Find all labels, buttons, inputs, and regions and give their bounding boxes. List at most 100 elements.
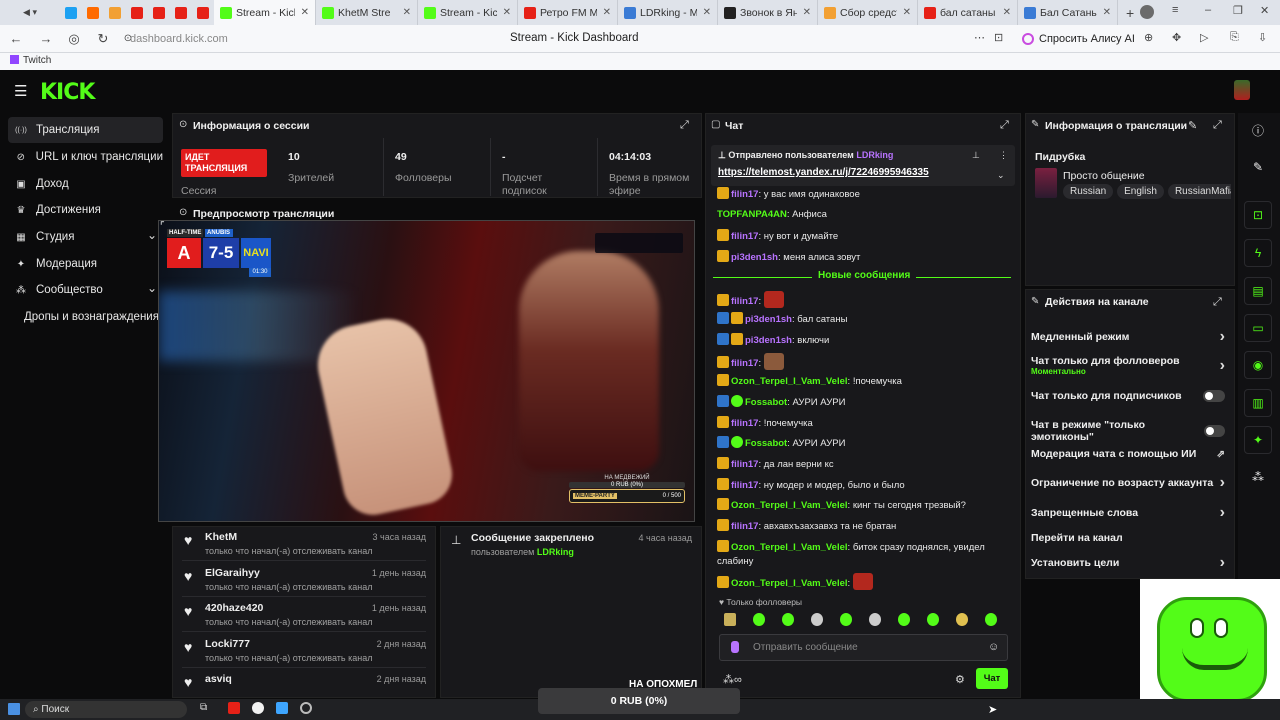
menu-icon[interactable]: ≡ <box>1172 4 1178 16</box>
user-avatar[interactable] <box>1234 80 1250 100</box>
emote-icon[interactable] <box>811 613 823 626</box>
drag-handle-icon[interactable]: ⌜ <box>160 221 165 232</box>
chat-username[interactable]: filin17 <box>731 521 758 532</box>
camera-icon[interactable]: ⊡ <box>1244 201 1272 229</box>
sidebar-item[interactable]: ⁂ Сообщество ⌄ <box>8 277 163 303</box>
chat-username[interactable]: TOPFANPA4AN <box>717 209 787 220</box>
stream-tag[interactable]: English <box>1117 184 1164 199</box>
chat-message[interactable]: filin17: да лан верни кс <box>717 457 1013 472</box>
pinned-tab-icon[interactable] <box>131 6 143 19</box>
channel-action-item[interactable]: Ограничение по возрасту аккаунта › <box>1031 475 1225 491</box>
broadcast-icon[interactable]: ◉ <box>1244 351 1272 379</box>
chat-username[interactable]: filin17 <box>731 480 758 491</box>
chat-username[interactable]: filin17 <box>731 296 758 307</box>
reload-icon[interactable]: ↻ <box>95 31 111 47</box>
sidebar-item[interactable]: ⊘ URL и ключ трансляции <box>8 144 163 170</box>
chat-message[interactable]: pi3den1sh: меня алиса зовут <box>717 250 1013 265</box>
browser-tab[interactable]: Бал Сатаны (OST ✕ <box>1018 0 1118 25</box>
taskbar-search[interactable]: ⌕ Поиск <box>25 701 187 718</box>
windows-start-icon[interactable] <box>8 703 20 715</box>
close-tab-icon[interactable]: ✕ <box>403 7 411 18</box>
chat-username[interactable]: filin17 <box>731 231 758 242</box>
more-options-icon[interactable]: ⋮ <box>999 150 1008 161</box>
chat-username[interactable]: Fossabot <box>745 438 787 449</box>
bolt-icon[interactable]: ϟ <box>1244 239 1272 267</box>
collapse-chevron-icon[interactable]: ⌄ <box>997 170 1005 181</box>
chat-bubble-icon[interactable]: ▭ <box>1244 314 1272 342</box>
chat-message[interactable]: TOPFANPA4AN: Анфиса <box>717 208 1013 222</box>
close-tab-icon[interactable]: ✕ <box>1003 7 1011 18</box>
channel-action-item[interactable]: Перейти на канал <box>1031 532 1225 544</box>
chat-username[interactable]: Ozon_Terpel_I_Vam_Velel <box>731 376 848 387</box>
chat-message[interactable]: Fossabot: АУРИ АУРИ <box>717 395 1013 410</box>
sidebar-item[interactable]: Дропы и вознаграждения <box>8 304 163 330</box>
emoji-picker-icon[interactable]: ☺ <box>988 641 999 653</box>
browser-taskbar-icon[interactable] <box>252 702 264 714</box>
unpin-icon[interactable]: ⊥ <box>972 150 980 161</box>
emote-icon[interactable] <box>898 613 910 626</box>
chat-username[interactable]: pi3den1sh <box>745 314 792 325</box>
sidebar-item[interactable]: ♛ Достижения <box>8 197 163 223</box>
browser-tab[interactable]: KhetM Stre ✕ <box>316 0 418 25</box>
toggle-switch[interactable] <box>1203 390 1225 402</box>
yandex-taskbar-icon[interactable] <box>228 702 240 714</box>
close-window-icon[interactable]: ✕ <box>1260 4 1269 17</box>
emote-icon[interactable] <box>782 613 794 626</box>
chat-username[interactable]: filin17 <box>731 189 758 200</box>
follower-name[interactable]: Locki777 <box>205 638 250 650</box>
obs-taskbar-icon[interactable] <box>300 702 312 714</box>
chat-username[interactable]: Fossabot <box>745 397 787 408</box>
chat-username[interactable]: Ozon_Terpel_I_Vam_Velel <box>731 500 848 511</box>
browser-tab[interactable]: Звонок в Яндекс ✕ <box>718 0 818 25</box>
emote-icon[interactable] <box>927 613 939 626</box>
close-tab-icon[interactable]: ✕ <box>803 7 811 18</box>
browser-tab[interactable]: Сбор средств - В ✕ <box>818 0 918 25</box>
follower-name[interactable]: asviq <box>205 673 232 685</box>
emote-icon[interactable] <box>985 613 997 626</box>
follower-name[interactable]: 420haze420 <box>205 602 263 614</box>
close-tab-icon[interactable]: ✕ <box>503 7 511 18</box>
bookmark-icon[interactable]: ⊡ <box>994 31 1003 44</box>
downloads-icon[interactable]: ⇩ <box>1258 31 1267 44</box>
close-tab-icon[interactable]: ✕ <box>301 7 309 18</box>
browser-tab[interactable]: LDRking - Media ✕ <box>618 0 718 25</box>
pinned-tab-icon[interactable] <box>109 6 121 19</box>
emote-icon[interactable] <box>840 613 852 626</box>
channel-action-item[interactable]: Медленный режим › <box>1031 329 1225 345</box>
collections-icon[interactable]: ⎘ <box>1230 31 1239 44</box>
chat-expand-icon[interactable]: ⤢ <box>1000 119 1009 132</box>
hamburger-menu-icon[interactable]: ☰ <box>14 82 27 100</box>
telegram-taskbar-icon[interactable] <box>276 702 288 714</box>
sidebar-item[interactable]: ✦ Модерация <box>8 251 163 277</box>
chat-message[interactable]: Ozon_Terpel_I_Vam_Velel: <box>717 573 1013 591</box>
alice-button[interactable]: Спросить Алису AI <box>1016 29 1141 49</box>
server-icon[interactable]: ▥ <box>1244 389 1272 417</box>
chat-message[interactable]: filin17: <box>717 353 1013 371</box>
media-icon[interactable]: ▷ <box>1200 31 1208 44</box>
emote-icon[interactable] <box>753 613 765 626</box>
emote-icon[interactable] <box>724 613 736 626</box>
pinned-chat-user[interactable]: LDRking <box>856 150 893 160</box>
channel-action-item[interactable]: Установить цели › <box>1031 555 1225 571</box>
browser-tab[interactable]: бал сатаны музы ✕ <box>918 0 1018 25</box>
channel-action-item[interactable]: Чат только для подписчиков <box>1031 390 1225 402</box>
chat-username[interactable]: Ozon_Terpel_I_Vam_Velel <box>731 542 848 553</box>
chat-message[interactable]: filin17: <box>717 291 1013 309</box>
chat-username[interactable]: filin17 <box>731 418 758 429</box>
chat-username[interactable]: filin17 <box>731 459 758 470</box>
actions-expand-icon[interactable]: ⤢ <box>1213 296 1222 309</box>
chat-message[interactable]: pi3den1sh: бал сатаны <box>717 312 1013 327</box>
chat-username[interactable]: filin17 <box>731 358 758 369</box>
forward-icon[interactable]: → <box>38 31 54 47</box>
chat-message[interactable]: Ozon_Terpel_I_Vam_Velel: !почемучка <box>717 374 1013 389</box>
browser-tab[interactable]: Stream - Kick Das ✕ <box>418 0 518 25</box>
minimize-icon[interactable]: – <box>1205 4 1211 16</box>
taskview-icon[interactable]: ⧉ <box>200 702 207 713</box>
pinned-tab-icon[interactable] <box>175 6 187 19</box>
stream-preview-video[interactable]: HALF-TIME ANUBIS A 7-5 NAVI 01:30 НА МЕД… <box>158 220 695 522</box>
channel-action-item[interactable]: Чат только для фолловеров Моментально › <box>1031 355 1225 376</box>
pinned-tab-icon[interactable] <box>197 6 209 19</box>
shield-icon[interactable]: ◎ <box>66 31 82 47</box>
profile-avatar[interactable] <box>1140 5 1154 19</box>
chat-message[interactable]: pi3den1sh: включи <box>717 333 1013 348</box>
